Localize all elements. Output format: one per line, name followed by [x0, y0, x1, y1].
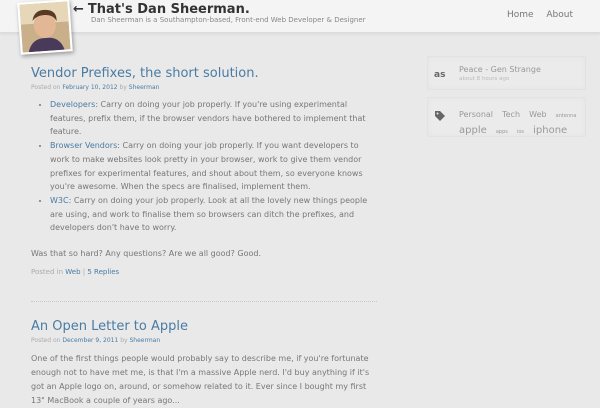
post-divider	[31, 301, 377, 302]
list-item: Developers: Carry on doing your job prop…	[50, 98, 376, 139]
svg-text:as: as	[434, 70, 445, 79]
item-text: Carry on doing your job properly. If you…	[50, 100, 366, 137]
post-date-link[interactable]: December 9, 2011	[62, 337, 118, 344]
post-closing: Was that so hard? Any questions? Are we …	[31, 249, 262, 258]
post-title-link[interactable]: Vendor Prefixes, the short solution.	[31, 66, 259, 81]
post-title[interactable]: Vendor Prefixes, the short solution.	[31, 66, 259, 81]
site-title-text: That's Dan Sheerman.	[87, 2, 250, 17]
recent-track-time: about 8 hours ago	[459, 76, 510, 82]
tag-cloud-widget: Personal Tech Web antenna apple apps ios…	[427, 97, 586, 137]
list-item: W3C: Carry on doing your job properly. L…	[50, 194, 376, 235]
list-item: Browser Vendors: Carry on doing your job…	[50, 139, 376, 194]
nav-home-link[interactable]: Home	[507, 10, 534, 20]
prefix-guidance-list: Developers: Carry on doing your job prop…	[31, 98, 376, 235]
tag-link[interactable]: apple	[459, 125, 487, 136]
recent-track-link[interactable]: Peace - Gen Strange	[459, 65, 541, 74]
nav-about-link[interactable]: About	[546, 10, 573, 20]
footer-separator: |	[82, 268, 86, 276]
meta-prefix: Posted on	[31, 337, 61, 344]
tag-link[interactable]: Web	[529, 110, 546, 119]
post-author-link[interactable]: Sheerman	[129, 84, 160, 91]
tag-link[interactable]: Tech	[502, 110, 520, 119]
tag-link[interactable]: ios	[517, 129, 524, 135]
post-title[interactable]: An Open Letter to Apple	[31, 319, 188, 334]
replies-link[interactable]: 5 Replies	[87, 268, 119, 276]
tag-link[interactable]: apps	[496, 129, 508, 135]
tag-link[interactable]: Personal	[459, 110, 493, 119]
footer-prefix: Posted in	[31, 268, 64, 276]
lastfm-widget: as Peace - Gen Strange about 8 hours ago	[427, 56, 586, 90]
meta-by: by	[119, 84, 127, 91]
avatar-photo	[19, 1, 71, 53]
meta-by: by	[120, 337, 128, 344]
item-label: Browser Vendors:	[50, 141, 120, 151]
post-meta: Posted on December 9, 2011 by Sheerman	[31, 337, 160, 344]
lastfm-icon: as	[434, 70, 445, 79]
post-title-link[interactable]: An Open Letter to Apple	[31, 319, 188, 334]
avatar[interactable]	[17, 0, 73, 55]
category-link[interactable]: Web	[65, 268, 80, 276]
tag-cloud: Personal Tech Web antenna apple apps ios…	[459, 106, 583, 138]
post-content: Developers: Carry on doing your job prop…	[31, 98, 376, 235]
post-date-link[interactable]: February 10, 2012	[62, 84, 117, 91]
post-footer: Posted in Web | 5 Replies	[31, 268, 119, 276]
back-arrow-icon: ←	[73, 2, 84, 17]
site-title[interactable]: ← That's Dan Sheerman.	[73, 2, 250, 17]
main-nav: Home About	[497, 10, 573, 20]
tag-link[interactable]: iphone	[533, 125, 567, 136]
site-header: ← That's Dan Sheerman. Dan Sheerman is a …	[0, 0, 600, 33]
tag-icon	[435, 111, 445, 121]
post-meta: Posted on February 10, 2012 by Sheerman	[31, 84, 159, 91]
item-label: W3C:	[50, 195, 72, 205]
site-tagline: Dan Sheerman is a Southampton-based, Fro…	[91, 16, 366, 24]
post-author-link[interactable]: Sheerman	[129, 337, 160, 344]
tag-link[interactable]: antenna	[556, 113, 577, 119]
item-label: Developers:	[50, 100, 99, 109]
meta-prefix: Posted on	[31, 84, 61, 91]
item-text: Carry on doing your job properly. Look a…	[50, 195, 368, 233]
